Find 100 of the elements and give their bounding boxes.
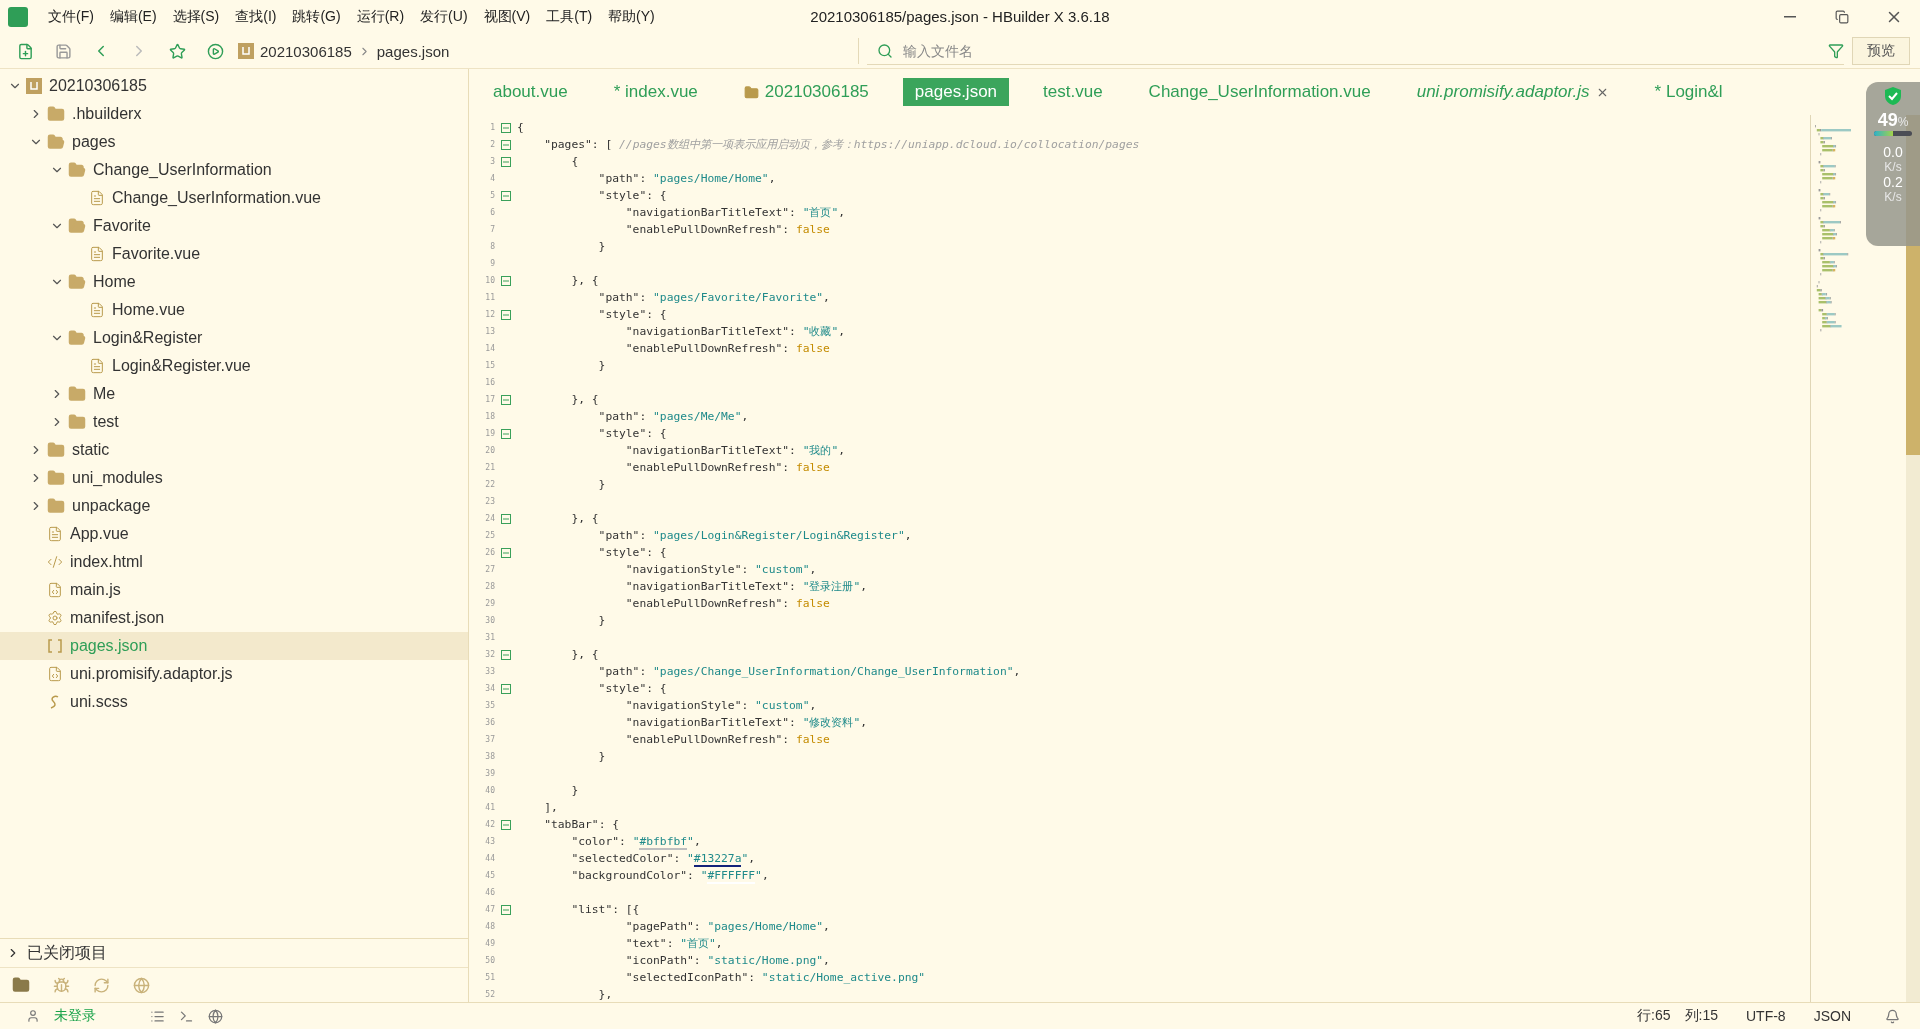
tree-row[interactable]: Login&Register.vue: [0, 352, 468, 380]
line-number: 29: [484, 599, 495, 608]
breadcrumb-item[interactable]: 20210306185: [260, 42, 352, 60]
tree-row[interactable]: unpackage: [0, 492, 468, 520]
fold-toggle-icon[interactable]: [501, 547, 511, 558]
code-line: "enablePullDownRefresh": false: [624, 733, 830, 746]
tree-row[interactable]: Change_UserInformation: [0, 156, 468, 184]
fold-toggle-icon[interactable]: [501, 394, 511, 405]
menu-item[interactable]: 选择(S): [172, 8, 220, 26]
fold-toggle-icon[interactable]: [501, 513, 511, 524]
language-label[interactable]: JSON: [1813, 1008, 1851, 1024]
list-icon[interactable]: [150, 1008, 165, 1024]
fold-toggle-icon[interactable]: [501, 190, 511, 201]
folder-icon: [68, 273, 86, 291]
save-icon: [54, 42, 72, 60]
line-number: 8: [489, 242, 495, 251]
menu-item[interactable]: 查找(I): [235, 8, 277, 26]
filter-icon[interactable]: [1828, 42, 1844, 59]
tree-row[interactable]: main.js: [0, 576, 468, 604]
tree-row[interactable]: Favorite.vue: [0, 240, 468, 268]
line-number: 15: [484, 361, 495, 370]
menu-item[interactable]: 跳转(G): [292, 8, 341, 26]
code-line: }, {: [570, 274, 599, 287]
code-line: "style": {: [597, 546, 667, 559]
line-number: 44: [484, 854, 495, 863]
tree-row[interactable]: App.vue: [0, 520, 468, 548]
preview-button[interactable]: 预览: [1852, 37, 1910, 65]
fold-toggle-icon[interactable]: [501, 683, 511, 694]
tree-row[interactable]: test: [0, 408, 468, 436]
code-line: "text": "首页",: [624, 936, 723, 951]
tree-row[interactable]: static: [0, 436, 468, 464]
line-number: 32: [484, 650, 495, 659]
line-number: 20: [484, 446, 495, 455]
encoding-label[interactable]: UTF-8: [1746, 1008, 1786, 1024]
menu-item[interactable]: 工具(T): [546, 8, 593, 26]
fold-toggle-icon[interactable]: [501, 275, 511, 286]
code-line: "path": "pages/Change_UserInformation/Change_UserInformation",: [597, 665, 1021, 678]
folder-icon: [47, 441, 65, 459]
fold-toggle-icon[interactable]: [501, 139, 511, 150]
js-file-icon: [47, 666, 63, 682]
code-line: "navigationBarTitleText": "我的",: [624, 443, 846, 458]
line-number: 30: [484, 616, 495, 625]
line-number: 12: [484, 310, 495, 319]
code-line: },: [597, 988, 613, 1001]
json-file-icon: [47, 638, 63, 654]
tree-row[interactable]: Change_UserInformation.vue: [0, 184, 468, 212]
tree-row[interactable]: pages: [0, 128, 468, 156]
tree-row[interactable]: Me: [0, 380, 468, 408]
fold-toggle-icon[interactable]: [501, 156, 511, 167]
code-line: "style": {: [597, 427, 667, 440]
menu-item[interactable]: 发行(U): [420, 8, 468, 26]
fold-toggle-icon[interactable]: [501, 428, 511, 439]
code-line: "navigationBarTitleText": "收藏",: [624, 324, 846, 339]
fold-toggle-icon[interactable]: [501, 649, 511, 660]
line-number: 1: [489, 123, 495, 132]
fold-toggle-icon[interactable]: [501, 122, 511, 133]
config-file-icon: [47, 610, 63, 626]
line-number: 41: [484, 803, 495, 812]
menu-item[interactable]: 编辑(E): [109, 8, 157, 26]
tree-row[interactable]: 20210306185: [0, 72, 468, 100]
fold-toggle-icon[interactable]: [501, 819, 511, 830]
tree-row[interactable]: uni_modules: [0, 464, 468, 492]
line-number: 48: [484, 922, 495, 931]
menu-item[interactable]: 帮助(Y): [608, 8, 655, 26]
line-number: 10: [484, 276, 495, 285]
fold-toggle-icon[interactable]: [501, 309, 511, 320]
tree-row[interactable]: uni.scss: [0, 688, 468, 716]
code-line: "navigationBarTitleText": "首页",: [624, 205, 846, 220]
terminal-icon[interactable]: [179, 1008, 194, 1024]
line-number: 19: [484, 429, 495, 438]
tree-row[interactable]: Login&Register: [0, 324, 468, 352]
tree-row[interactable]: Favorite: [0, 212, 468, 240]
menu-item[interactable]: 文件(F): [48, 8, 94, 26]
tree-row[interactable]: .hbuilderx: [0, 100, 468, 128]
menu-item[interactable]: 视图(V): [483, 8, 531, 26]
code-line: "path": "pages/Favorite/Favorite",: [597, 291, 830, 304]
line-number: 7: [489, 225, 495, 234]
menu-item[interactable]: 运行(R): [356, 8, 405, 26]
code-line: }: [597, 750, 606, 763]
fold-toggle-icon[interactable]: [501, 904, 511, 915]
file-search-field[interactable]: 输入文件名: [901, 41, 1820, 60]
tree-row[interactable]: manifest.json: [0, 604, 468, 632]
code-line: "style": {: [597, 189, 667, 202]
tree-row[interactable]: Home.vue: [0, 296, 468, 324]
bell-icon[interactable]: [1885, 1008, 1900, 1024]
code-line: }: [597, 614, 606, 627]
code-line: }, {: [570, 512, 599, 525]
breadcrumb-item[interactable]: pages.json: [376, 42, 450, 60]
closed-projects-row[interactable]: 已关闭项目: [0, 938, 468, 967]
globe-icon[interactable]: [208, 1008, 223, 1024]
window-title: 20210306185/pages.json - HBuilder X 3.6.18: [810, 8, 1110, 25]
project-icon: [26, 78, 42, 94]
line-number: 11: [484, 293, 495, 302]
tree-row[interactable]: uni.promisify.adaptor.js: [0, 660, 468, 688]
line-number: 47: [484, 905, 495, 914]
code-line: }, {: [570, 393, 599, 406]
line-number: 38: [484, 752, 495, 761]
tree-row[interactable]: Home: [0, 268, 468, 296]
tree-row[interactable]: index.html: [0, 548, 468, 576]
line-number: 27: [484, 565, 495, 574]
